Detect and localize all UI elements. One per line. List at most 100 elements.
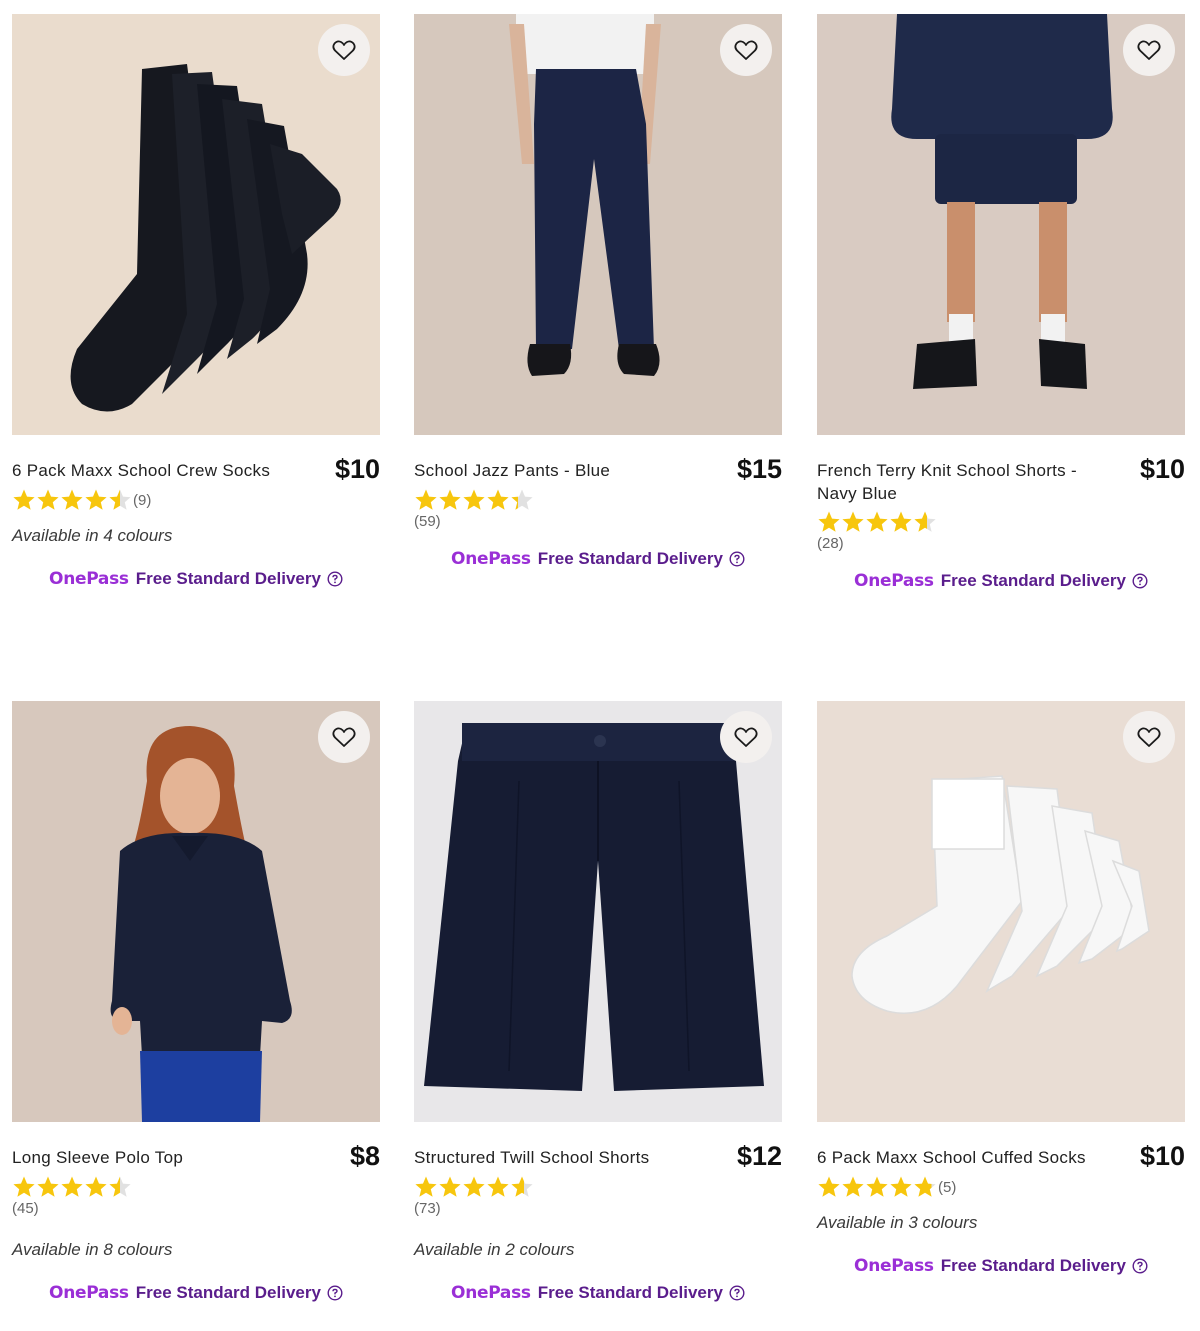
onepass-delivery[interactable]: OnePass Free Standard Delivery: [414, 1282, 782, 1304]
product-image[interactable]: [12, 701, 380, 1122]
product-title[interactable]: 6 Pack Maxx School Crew Socks: [12, 459, 270, 482]
polo-image: [12, 701, 380, 1122]
star-icon: [511, 1176, 533, 1197]
onepass-logo: OnePass: [451, 1283, 531, 1303]
product-title[interactable]: 6 Pack Maxx School Cuffed Socks: [817, 1146, 1086, 1169]
product-image[interactable]: [12, 14, 380, 435]
available-colours: Available in 3 colours: [817, 1213, 978, 1232]
wishlist-heart-button[interactable]: [1123, 711, 1175, 763]
help-icon[interactable]: [1132, 1258, 1148, 1274]
product-price: $10: [334, 454, 380, 484]
help-icon[interactable]: [327, 1285, 343, 1301]
star-icon: [511, 489, 533, 510]
delivery-text: Free Standard Delivery: [537, 549, 723, 568]
delivery-text: Free Standard Delivery: [940, 571, 1126, 590]
heart-icon: [1137, 727, 1161, 747]
review-count: (73): [414, 1200, 441, 1217]
onepass-delivery[interactable]: OnePass Free Standard Delivery: [12, 1282, 380, 1304]
star-icon: [109, 489, 131, 510]
wishlist-heart-button[interactable]: [318, 711, 370, 763]
rating: [12, 1175, 380, 1199]
onepass-logo: OnePass: [854, 571, 934, 591]
help-icon[interactable]: [1132, 573, 1148, 589]
star-icon: [487, 1176, 509, 1197]
star-icon: [13, 1176, 35, 1197]
onepass-logo: OnePass: [854, 1256, 934, 1276]
product-card[interactable]: Long Sleeve Polo Top $8 (45) Available i…: [12, 701, 380, 1304]
pants-image: [414, 14, 782, 435]
socks-image: [12, 14, 380, 435]
help-icon[interactable]: [327, 571, 343, 587]
product-image[interactable]: [414, 14, 782, 435]
product-card[interactable]: 6 Pack Maxx School Crew Socks $10 (9) Av…: [12, 14, 380, 590]
product-price: $12: [736, 1141, 782, 1171]
product-image[interactable]: [817, 701, 1185, 1122]
star-icon: [914, 1176, 936, 1197]
product-title[interactable]: Long Sleeve Polo Top: [12, 1146, 183, 1169]
wishlist-heart-button[interactable]: [720, 711, 772, 763]
star-rating: [817, 510, 937, 534]
product-title[interactable]: School Jazz Pants - Blue: [414, 459, 610, 482]
onepass-delivery[interactable]: OnePass Free Standard Delivery: [817, 1255, 1185, 1277]
star-icon: [487, 489, 509, 510]
heart-icon: [332, 40, 356, 60]
product-price: $15: [736, 454, 782, 484]
onepass-logo: OnePass: [49, 1283, 129, 1303]
star-icon: [463, 489, 485, 510]
product-card[interactable]: School Jazz Pants - Blue $15 (59) OnePas…: [414, 14, 782, 570]
delivery-text: Free Standard Delivery: [135, 1283, 321, 1302]
star-icon: [109, 1176, 131, 1197]
help-icon[interactable]: [729, 551, 745, 567]
star-rating: [414, 1175, 534, 1199]
rating: [817, 510, 1185, 534]
star-icon: [61, 1176, 83, 1197]
onepass-delivery[interactable]: OnePass Free Standard Delivery: [414, 548, 782, 570]
product-title[interactable]: Structured Twill School Shorts: [414, 1146, 649, 1169]
star-icon: [37, 489, 59, 510]
product-price: $8: [349, 1141, 380, 1171]
onepass-logo: OnePass: [49, 569, 129, 589]
star-rating: [12, 1175, 132, 1199]
rating: [414, 1175, 782, 1199]
star-icon: [415, 1176, 437, 1197]
star-icon: [842, 511, 864, 532]
product-title[interactable]: French Terry Knit School Shorts - Navy B…: [817, 459, 1102, 505]
wishlist-heart-button[interactable]: [1123, 24, 1175, 76]
star-icon: [439, 489, 461, 510]
star-icon: [866, 1176, 888, 1197]
available-colours: Available in 8 colours: [12, 1240, 173, 1259]
star-icon: [13, 489, 35, 510]
heart-icon: [1137, 40, 1161, 60]
product-card[interactable]: 6 Pack Maxx School Cuffed Socks $10 (5) …: [817, 701, 1185, 1277]
review-count: (9): [133, 491, 152, 509]
product-card[interactable]: Structured Twill School Shorts $12 (73) …: [414, 701, 782, 1304]
heart-icon: [734, 40, 758, 60]
heart-icon: [734, 727, 758, 747]
star-icon: [842, 1176, 864, 1197]
onepass-delivery[interactable]: OnePass Free Standard Delivery: [12, 568, 380, 590]
star-rating: [817, 1175, 937, 1199]
star-rating: [414, 488, 534, 512]
wishlist-heart-button[interactable]: [720, 24, 772, 76]
star-rating: [12, 488, 132, 512]
star-icon: [85, 1176, 107, 1197]
star-icon: [463, 1176, 485, 1197]
delivery-text: Free Standard Delivery: [940, 1256, 1126, 1275]
help-icon[interactable]: [729, 1285, 745, 1301]
wishlist-heart-button[interactable]: [318, 24, 370, 76]
star-icon: [914, 511, 936, 532]
product-image[interactable]: [817, 14, 1185, 435]
product-price: $10: [1139, 454, 1185, 484]
star-icon: [85, 489, 107, 510]
star-icon: [61, 489, 83, 510]
review-count: (28): [817, 535, 844, 552]
heart-icon: [332, 727, 356, 747]
delivery-text: Free Standard Delivery: [537, 1283, 723, 1302]
onepass-delivery[interactable]: OnePass Free Standard Delivery: [817, 570, 1185, 592]
review-count: (5): [938, 1178, 957, 1196]
twill-shorts-image: [414, 701, 782, 1122]
product-card[interactable]: French Terry Knit School Shorts - Navy B…: [817, 14, 1185, 592]
product-image[interactable]: [414, 701, 782, 1122]
review-count: (59): [414, 513, 441, 530]
shorts-image: [817, 14, 1185, 435]
